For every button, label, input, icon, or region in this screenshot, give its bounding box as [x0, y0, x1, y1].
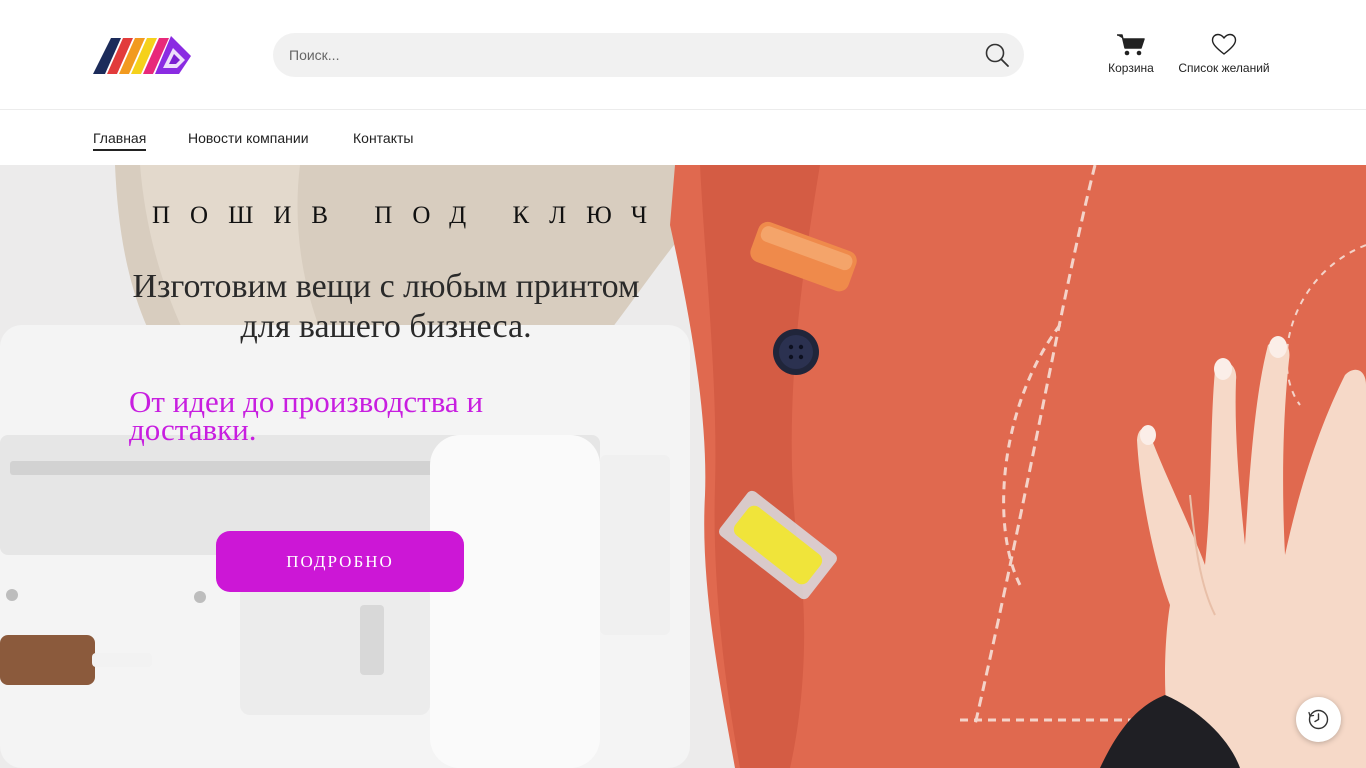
hero-subline: От идеи до производства и доставки. — [129, 384, 484, 447]
wishlist-button[interactable]: Список желаний — [1172, 33, 1276, 75]
search-icon[interactable] — [984, 42, 1010, 68]
hero-eyebrow: пошив под ключ — [152, 202, 668, 229]
nav-item-news[interactable]: Новости компании — [188, 130, 309, 149]
main-nav: Главная Новости компании Контакты — [0, 111, 1366, 165]
wishlist-label: Список желаний — [1178, 61, 1270, 75]
site-logo[interactable] — [93, 34, 193, 76]
nav-item-contacts[interactable]: Контакты — [353, 130, 413, 149]
clock-icon — [1308, 709, 1329, 730]
hero-image — [0, 165, 1366, 768]
cart-button[interactable]: Корзина — [1104, 33, 1158, 75]
cart-icon — [1117, 34, 1145, 56]
nav-item-home[interactable]: Главная — [93, 130, 147, 151]
heart-icon — [1211, 33, 1237, 55]
history-button[interactable] — [1296, 697, 1341, 742]
site-header: Корзина Список желаний — [0, 0, 1366, 110]
details-button-label: подробно — [286, 552, 394, 571]
search-input[interactable] — [273, 33, 1024, 77]
details-button[interactable]: подробно — [216, 531, 464, 592]
cart-label: Корзина — [1108, 61, 1154, 75]
search-bar — [273, 33, 1024, 77]
hero-headline: Изготовим вещи с любым принтом для вашег… — [132, 268, 640, 345]
hero-banner: пошив под ключ Изготовим вещи с любым пр… — [0, 165, 1366, 768]
